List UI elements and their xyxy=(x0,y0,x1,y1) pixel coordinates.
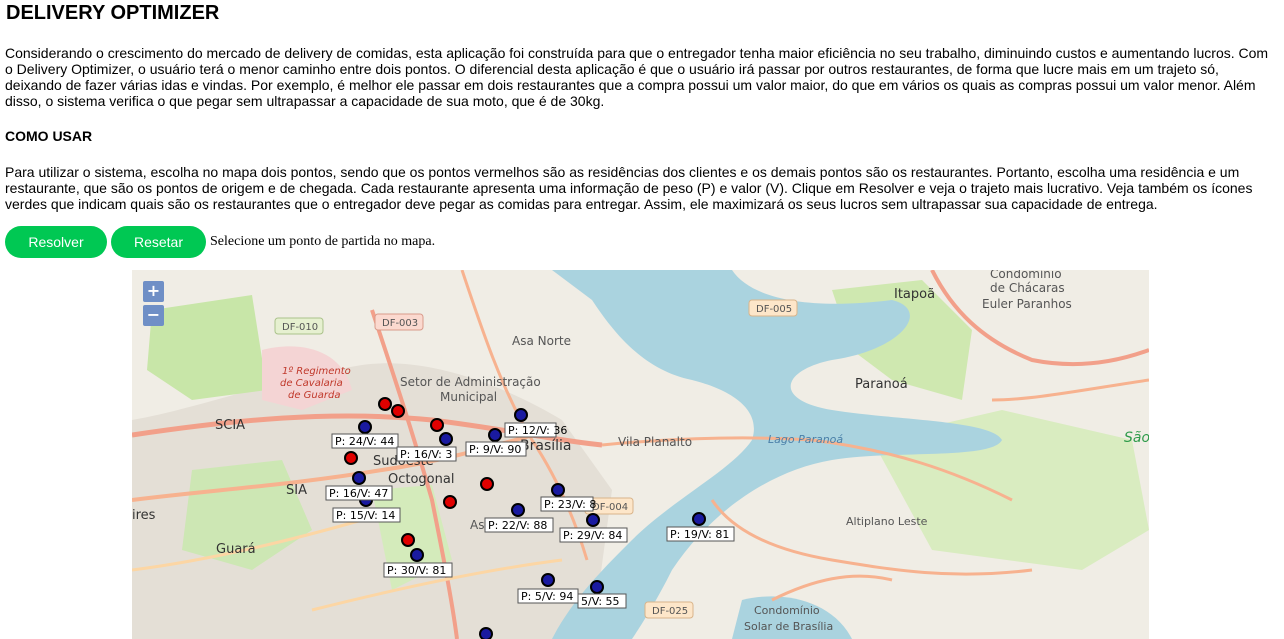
intro-paragraph: Considerando o crescimento do mercado de… xyxy=(5,45,1269,109)
label-solar: Solar de Brasília xyxy=(744,620,833,633)
shield-df003-text: DF-003 xyxy=(382,318,418,329)
label-setor-1: Setor de Administração xyxy=(400,375,541,389)
restaurant-marker[interactable] xyxy=(586,513,600,527)
restaurant-label: P: 15/V: 14 xyxy=(336,509,395,522)
resetar-button[interactable]: Resetar xyxy=(111,226,206,258)
status-message: Selecione um ponto de partida no mapa. xyxy=(210,234,436,249)
restaurant-label: P: 16/V: 47 xyxy=(329,487,388,500)
label-asa-norte: Asa Norte xyxy=(512,334,571,348)
restaurant-label: P: 9/V: 90 xyxy=(469,443,521,456)
shield-df005-text: DF-005 xyxy=(756,304,792,315)
zoom-out-button[interactable]: − xyxy=(143,305,164,326)
map-canvas[interactable]: Condomínio de Chácaras Euler Paranhos It… xyxy=(132,270,1149,639)
residence-marker[interactable] xyxy=(430,418,444,432)
label-paranoa: Paranoá xyxy=(855,377,908,392)
restaurant-label: P: 30/V: 81 xyxy=(387,564,446,577)
resolver-button[interactable]: Resolver xyxy=(5,226,107,258)
residence-marker[interactable] xyxy=(401,533,415,547)
restaurant-marker[interactable] xyxy=(439,432,453,446)
restaurant-marker[interactable] xyxy=(488,428,502,442)
label-ires: ires xyxy=(132,508,156,523)
label-chacaras: de Chácaras xyxy=(990,281,1065,295)
residence-marker[interactable] xyxy=(443,495,457,509)
restaurant-marker[interactable] xyxy=(551,483,565,497)
restaurant-label: P: 22/V: 88 xyxy=(488,519,547,532)
restaurant-marker[interactable] xyxy=(590,580,604,594)
label-condominio-bottom: Condomínio xyxy=(754,604,820,617)
residence-marker[interactable] xyxy=(391,404,405,418)
label-regimento-2: de Cavalaria xyxy=(280,378,343,389)
restaurant-marker[interactable] xyxy=(692,512,706,526)
shield-df004-text: DF-004 xyxy=(592,502,628,513)
restaurant-label: 5/V: 55 xyxy=(581,595,620,608)
label-altiplano: Altiplano Leste xyxy=(846,515,928,528)
residence-marker[interactable] xyxy=(344,451,358,465)
restaurant-label: P: 12/V: 36 xyxy=(508,424,567,437)
restaurant-marker[interactable] xyxy=(352,471,366,485)
restaurant-marker[interactable] xyxy=(410,548,424,562)
residence-marker[interactable] xyxy=(378,397,392,411)
label-sao: São xyxy=(1124,430,1149,446)
label-euler: Euler Paranhos xyxy=(982,297,1072,311)
label-guara: Guará xyxy=(216,542,256,557)
restaurant-label: P: 5/V: 94 xyxy=(521,590,573,603)
how-to-paragraph: Para utilizar o sistema, escolha no mapa… xyxy=(5,164,1253,212)
label-setor-2: Municipal xyxy=(440,390,497,404)
label-scia: SCIA xyxy=(215,418,245,433)
label-lago-paranoa: Lago Paranoá xyxy=(768,433,843,446)
page-title: DELIVERY OPTIMIZER xyxy=(6,2,220,24)
how-to-heading: COMO USAR xyxy=(5,128,93,144)
restaurant-label: P: 29/V: 84 xyxy=(563,529,622,542)
restaurant-marker[interactable] xyxy=(541,573,555,587)
residence-marker[interactable] xyxy=(480,477,494,491)
map-view[interactable]: Condomínio de Chácaras Euler Paranhos It… xyxy=(132,270,1149,639)
shield-df025-text: DF-025 xyxy=(652,606,688,617)
restaurant-label: P: 19/V: 81 xyxy=(670,528,729,541)
restaurant-label: P: 16/V: 3 xyxy=(400,448,452,461)
restaurant-label: P: 24/V: 44 xyxy=(335,435,394,448)
restaurant-label: P: 23/V: 8 xyxy=(544,498,596,511)
label-octogonal: Octogonal xyxy=(388,472,454,487)
label-asa-sul: As xyxy=(470,518,484,532)
shield-df010-text: DF-010 xyxy=(282,322,318,333)
label-regimento-1: 1º Regimento xyxy=(282,366,351,377)
label-condominio-top: Condomínio xyxy=(990,270,1062,281)
label-sia: SIA xyxy=(286,483,307,498)
label-brasilia: Brasília xyxy=(520,438,571,454)
label-itapoa: Itapoã xyxy=(894,287,935,302)
restaurant-marker[interactable] xyxy=(479,627,493,639)
zoom-in-button[interactable]: + xyxy=(143,281,164,302)
restaurant-marker[interactable] xyxy=(511,503,525,517)
label-regimento-3: de Guarda xyxy=(288,390,340,401)
label-vila-planalto: Vila Planalto xyxy=(618,435,692,449)
restaurant-marker[interactable] xyxy=(358,420,372,434)
restaurant-marker[interactable] xyxy=(514,408,528,422)
